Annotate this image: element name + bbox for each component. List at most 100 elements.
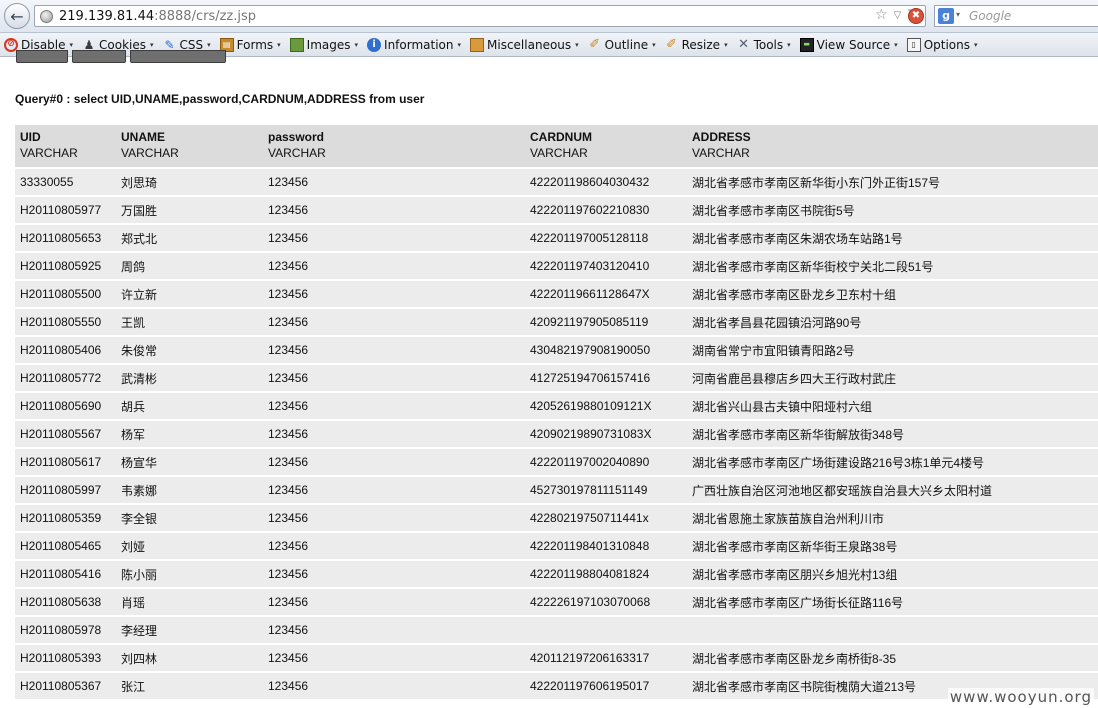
google-engine-icon[interactable]: g <box>938 8 954 24</box>
table-row: H20110805416 陈小丽 123456 422201198804081824 湖… <box>15 560 1098 589</box>
column-name: UNAME <box>121 130 165 144</box>
url-host: 219.139.81.44 <box>59 9 155 24</box>
uname-cell: 周鸽 <box>116 252 263 281</box>
address-cell: 湖北省孝感市孝南区卧龙乡卫东村十组 <box>687 280 1098 309</box>
query-title: Query#0 : select UID,UNAME,password,CARD… <box>15 92 425 106</box>
uid-cell: H20110805997 <box>15 476 116 505</box>
address-cell: 湖北省孝感市孝南区卧龙乡南桥街8-35 <box>687 644 1098 673</box>
toolbar-view-source-menu[interactable]: ▬ View Source ▾ <box>799 37 898 52</box>
history-dropdown-icon[interactable]: ▽ <box>894 7 902 23</box>
table-row: H20110805359 李全银 123456 42280219750711441x 湖… <box>15 504 1098 533</box>
toolbar-forms-menu[interactable]: ▤ Forms ▾ <box>219 37 281 52</box>
cardnum-cell: 42220119661128647X <box>525 280 687 309</box>
table-row: H20110805550 王凯 123456 420921197905085119 湖北… <box>15 308 1098 337</box>
uid-cell: H20110805465 <box>15 532 116 561</box>
table-row: H20110805690 胡兵 123456 42052619880109121X 湖北… <box>15 392 1098 421</box>
caret-down-icon: ▾ <box>150 40 154 49</box>
toolbar-outline-menu[interactable]: ✐ Outline ▾ <box>588 37 655 52</box>
cardnum-cell: 430482197908190050 <box>525 336 687 365</box>
outline-icon: ✐ <box>589 37 601 52</box>
cardnum-cell: 422201198401310848 <box>525 532 687 561</box>
cardnum-cell: 420921197905085119 <box>525 308 687 337</box>
uid-cell: H20110805772 <box>15 364 116 393</box>
toolbar-information-menu[interactable]: i Information ▾ <box>367 37 461 52</box>
search-input[interactable] <box>969 8 1095 24</box>
toolbar-options-menu[interactable]: ▯ Options ▾ <box>906 37 978 52</box>
uid-cell: H20110805977 <box>15 196 116 225</box>
cropped-button[interactable] <box>16 50 68 63</box>
toolbar-tools-menu[interactable]: ✕ Tools ▾ <box>737 38 791 52</box>
uname-cell: 武清彬 <box>116 364 263 393</box>
uid-cell: H20110805393 <box>15 644 116 673</box>
cardnum-cell: 422201197606195017 <box>525 672 687 701</box>
password-cell: 123456 <box>263 308 525 337</box>
column-name: UID <box>20 130 41 144</box>
toolbar-miscellaneous-menu[interactable]: Miscellaneous ▾ <box>470 37 579 52</box>
column-name: ADDRESS <box>692 130 751 144</box>
uname-cell: 杨宣华 <box>116 448 263 477</box>
table-row: H20110805997 韦素娜 123456 452730197811151149 广… <box>15 476 1098 505</box>
toolbar-label: Miscellaneous <box>487 37 572 52</box>
header-row: UID VARCHAR UNAME VARCHAR password VARCHAR CAR… <box>15 125 1098 169</box>
caret-down-icon: ▾ <box>207 40 211 49</box>
cardnum-cell: 42052619880109121X <box>525 392 687 421</box>
table-row: H20110805653 郑式北 123456 422201197005128118 湖… <box>15 224 1098 253</box>
table-row: H20110805617 杨宣华 123456 422201197002040890 湖… <box>15 448 1098 477</box>
column-header-cardnum: CARDNUM VARCHAR <box>525 125 687 169</box>
uid-cell: H20110805567 <box>15 420 116 449</box>
watermark: www.wooyun.org <box>947 688 1094 706</box>
column-type: VARCHAR <box>121 146 179 160</box>
cardnum-cell: 422201197005128118 <box>525 224 687 253</box>
view-source-icon: ▬ <box>799 37 814 52</box>
address-bar[interactable]: 219.139.81.44:8888/crs/zz.jsp ☆ ▽ ↻ <box>34 5 926 27</box>
column-header-address: ADDRESS VARCHAR <box>687 125 1098 169</box>
password-cell: 123456 <box>263 168 525 197</box>
address-cell: 湖北省孝昌县花园镇沿河路90号 <box>687 308 1098 337</box>
bookmark-star-icon[interactable]: ☆ <box>875 7 888 23</box>
uname-cell: 杨军 <box>116 420 263 449</box>
cropped-button[interactable] <box>130 50 226 63</box>
options-icon: ▯ <box>906 37 921 52</box>
toolbar-images-menu[interactable]: Images ▾ <box>289 37 358 52</box>
table-row: H20110805772 武清彬 123456 412725194706157416 河… <box>15 364 1098 393</box>
resize-icon: ✐ <box>666 37 678 52</box>
column-header-uname: UNAME VARCHAR <box>116 125 263 169</box>
toolbar-resize-menu[interactable]: ✐ Resize ▾ <box>665 37 728 52</box>
column-name: CARDNUM <box>530 130 592 144</box>
tools-icon: ✕ <box>738 37 750 52</box>
images-icon <box>289 37 304 52</box>
uid-cell: H20110805500 <box>15 280 116 309</box>
uname-cell: 万国胜 <box>116 196 263 225</box>
uname-cell: 李全银 <box>116 504 263 533</box>
password-cell: 123456 <box>263 504 525 533</box>
cropped-button[interactable] <box>72 50 126 63</box>
engine-dropdown-icon[interactable]: ▾ <box>956 10 960 19</box>
table-row: H20110805406 朱俊常 123456 430482197908190050 湖… <box>15 336 1098 365</box>
table-row: H20110805500 许立新 123456 42220119661128647X 湖… <box>15 280 1098 309</box>
search-box[interactable]: g ▾ <box>934 5 1098 27</box>
address-cell: 广西壮族自治区河池地区都安瑶族自治县大兴乡太阳村道 <box>687 476 1098 505</box>
password-cell: 123456 <box>263 196 525 225</box>
password-cell: 123456 <box>263 476 525 505</box>
uname-cell: 刘思琦 <box>116 168 263 197</box>
uid-cell: 33330055 <box>15 168 116 197</box>
table-row: H20110805465 刘娅 123456 422201198401310848 湖北… <box>15 532 1098 561</box>
password-cell: 123456 <box>263 280 525 309</box>
password-cell: 123456 <box>263 392 525 421</box>
uid-cell: H20110805978 <box>15 616 116 645</box>
password-cell: 123456 <box>263 252 525 281</box>
column-header-uid: UID VARCHAR <box>15 125 116 169</box>
column-header-password: password VARCHAR <box>263 125 525 169</box>
information-icon: i <box>367 37 382 52</box>
toolbar-label: Information <box>384 37 454 52</box>
caret-down-icon: ▾ <box>724 40 728 49</box>
uname-cell: 刘娅 <box>116 532 263 561</box>
cardnum-cell: 452730197811151149 <box>525 476 687 505</box>
address-cell: 湖北省孝感市孝南区新华街解放街348号 <box>687 420 1098 449</box>
cardnum-cell: 42280219750711441x <box>525 504 687 533</box>
address-cell: 湖北省孝感市孝南区新华街小东门外正街157号 <box>687 168 1098 197</box>
address-cell <box>687 616 1098 645</box>
stop-icon[interactable]: ✖ <box>908 8 924 24</box>
miscellaneous-icon <box>470 37 485 52</box>
back-button[interactable]: ← <box>4 3 30 29</box>
